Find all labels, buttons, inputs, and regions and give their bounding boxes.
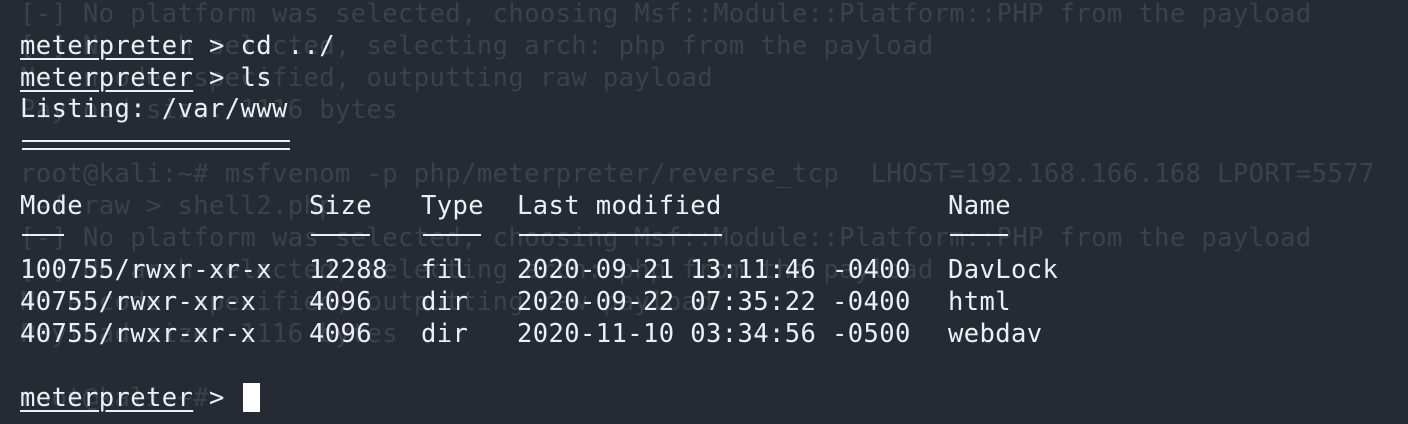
cell-mode: 100755/rwxr-xr-x [20, 255, 273, 285]
prompt-symbol: > [193, 383, 225, 413]
cell-type: fil [421, 255, 469, 285]
ghost-line: [-] No platform was selected, choosing M… [20, 223, 1312, 253]
ghost-line: [-] No platform was selected, choosing M… [20, 0, 1312, 29]
cell-size: 4096 [309, 319, 373, 349]
cell-last-modified: 2020-09-21 13:11:46 -0400 [517, 255, 911, 285]
cell-name: DavLock [948, 255, 1059, 285]
command-text: cd ../ [224, 31, 336, 61]
prompt-label: meterpreter [20, 383, 194, 413]
cell-type: dir [421, 319, 469, 349]
prompt-symbol: > [193, 63, 225, 93]
column-rule-size [311, 234, 370, 236]
cell-last-modified: 2020-11-10 03:34:56 -0500 [517, 319, 911, 349]
cell-last-modified: 2020-09-22 07:35:22 -0400 [517, 287, 911, 317]
cell-size: 4096 [309, 287, 373, 317]
column-header-size: Size [309, 191, 373, 221]
column-rule-name [950, 234, 1008, 236]
cell-name: html [948, 287, 1012, 317]
terminal-window[interactable]: [-] No platform was selected, choosing M… [0, 0, 1408, 424]
command-line-cd: meterpreter > cd ../ [20, 30, 335, 62]
column-rule-last-modified [519, 234, 722, 236]
text-cursor [243, 383, 260, 412]
command-line-ls: meterpreter > ls [20, 62, 272, 94]
column-header-name: Name [948, 191, 1012, 221]
cell-mode: 40755/rwxr-xr-x [20, 319, 257, 349]
column-header-last-modified: Last modified [517, 191, 722, 221]
column-header-mode: Mode [20, 191, 84, 221]
cell-size: 12288 [309, 255, 388, 285]
ghost-line: root@kali:~# msfvenom -p php/meterpreter… [20, 159, 1375, 189]
listing-header-underline [22, 140, 290, 150]
cell-type: dir [421, 287, 469, 317]
column-rule-type [423, 234, 481, 236]
prompt-symbol: > [193, 31, 225, 61]
cell-name: webdav [948, 319, 1043, 349]
current-prompt-line[interactable]: meterpreter > [20, 382, 225, 414]
prompt-label: meterpreter [20, 31, 194, 61]
column-rule-mode [22, 234, 64, 236]
cell-mode: 40755/rwxr-xr-x [20, 287, 257, 317]
command-text: ls [224, 63, 273, 93]
prompt-label: meterpreter [20, 63, 194, 93]
listing-header: Listing: /var/www [20, 94, 288, 124]
column-header-type: Type [421, 191, 485, 221]
